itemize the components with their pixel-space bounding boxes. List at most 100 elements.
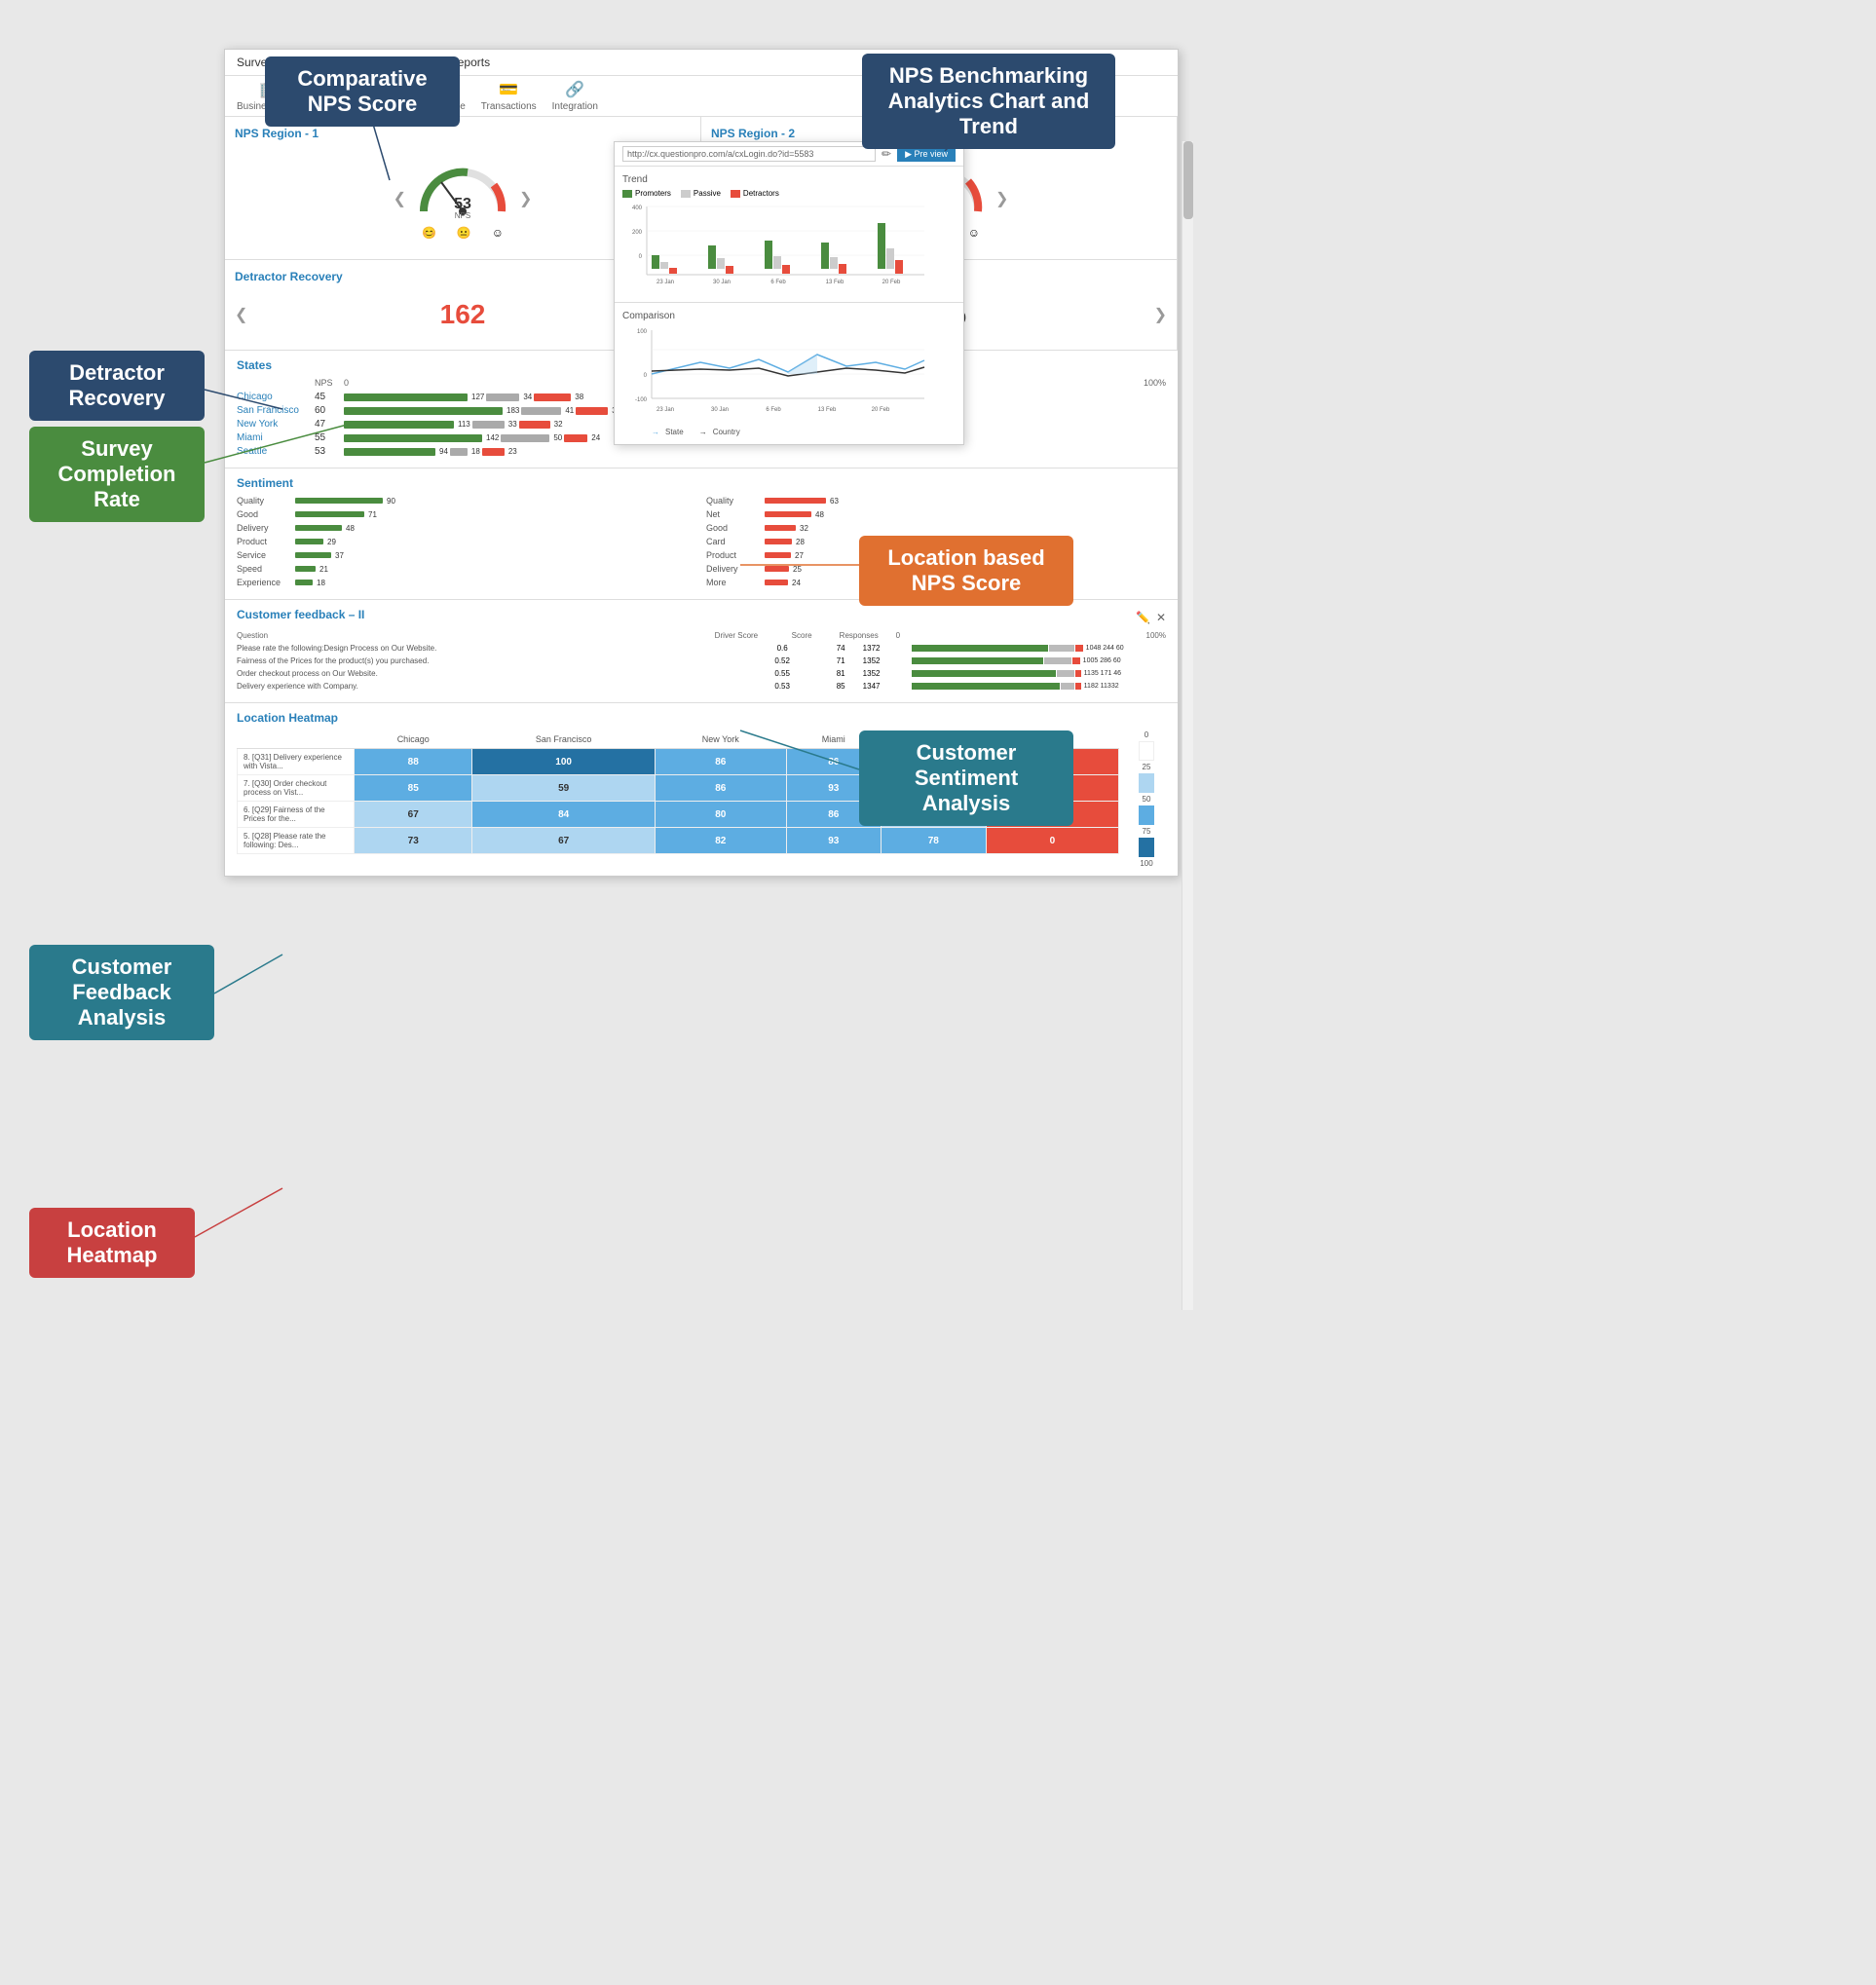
right-panel: ✏ ▶ Pre view Trend Promoters Passive Det… — [614, 141, 964, 445]
legend-state-label: State — [665, 428, 684, 436]
heatmap-cell-1-3: 86 — [655, 749, 786, 775]
trend-bar-g2-p — [708, 245, 716, 269]
frow1-nums: 1048 244 60 — [1086, 645, 1124, 652]
heatmap-col-ny: New York — [655, 730, 786, 749]
frow3-nums: 1135 171 46 — [1084, 670, 1121, 677]
frow2-resp: 1352 — [863, 656, 912, 665]
sent-label-good-l: Good — [237, 509, 295, 519]
frow1-bar-red — [1075, 645, 1083, 652]
bar-num2-seattle: 18 — [471, 447, 480, 456]
bar-gray-ny — [472, 421, 505, 429]
scale-color-50 — [1139, 805, 1154, 825]
sent-bar-exp-l — [295, 580, 313, 585]
url-input[interactable] — [622, 146, 876, 162]
comp-date-1: 23 Jan — [657, 407, 674, 413]
frow4-score: 85 — [819, 682, 863, 691]
scrollbar[interactable] — [1182, 141, 1193, 1310]
heatmap-cell-1-1: 88 — [355, 749, 472, 775]
frow3-bar-gray — [1057, 670, 1074, 677]
state-name-sf[interactable]: San Francisco — [237, 405, 315, 416]
sent-row-exp-l: Experience 18 — [237, 578, 696, 587]
state-name-miami[interactable]: Miami — [237, 432, 315, 443]
edit-url-icon[interactable]: ✏ — [882, 147, 891, 161]
sent-num-delivery-l: 48 — [346, 524, 355, 533]
frow1-score: 74 — [819, 644, 863, 653]
country-arrow-icon: → — [699, 428, 707, 436]
sent-bar-net-r — [765, 511, 811, 517]
heatmap-cell-4-4: 93 — [786, 828, 881, 854]
nps-benchmarking-annotation: NPS Benchmarking Analytics Chart and Tre… — [862, 54, 1115, 149]
edit-icon[interactable]: ✏️ — [1136, 611, 1150, 624]
frow1-bar-gray — [1049, 645, 1074, 652]
frow4-question: Delivery experience with Company. — [237, 682, 746, 691]
trend-bar-g4-pa — [830, 257, 838, 269]
icon-integration[interactable]: 🔗 Integration — [552, 80, 598, 112]
trend-date-4: 13 Feb — [826, 280, 844, 285]
legend-country: → Country — [699, 428, 740, 436]
gauge-2-next[interactable]: ❯ — [995, 189, 1008, 208]
bar-red-ny — [519, 421, 550, 429]
heatmap-rowlabel-1: 8. [Q31] Delivery experience with Vista.… — [238, 749, 355, 775]
customer-sentiment-annotation: Customer Sentiment Analysis — [859, 730, 1073, 826]
icon-label-int: Integration — [552, 101, 598, 112]
completion-next[interactable]: ❯ — [1154, 305, 1167, 324]
sent-num-product-r: 27 — [795, 551, 804, 560]
legend-promoters: Promoters — [622, 189, 671, 198]
sent-num-exp-l: 18 — [317, 579, 325, 587]
trend-bar-g3-pa — [773, 256, 781, 269]
comparison-fill — [788, 355, 817, 374]
svg-text:0: 0 — [644, 373, 648, 379]
comparative-nps-annotation: Comparative NPS Score — [265, 56, 460, 127]
trend-chart: 400 200 0 23 Jan 30 Ja — [622, 202, 934, 289]
sent-num-quality-l: 90 — [387, 497, 395, 506]
bar-gray-miami — [501, 434, 549, 442]
legend-passive-color — [681, 190, 691, 198]
scroll-thumb[interactable] — [1183, 141, 1193, 219]
trend-bar-g4-p — [821, 243, 829, 269]
scale-label-75: 75 — [1143, 827, 1151, 836]
sent-bar-good-r — [765, 525, 796, 531]
frow2-driver: 0.52 — [746, 656, 819, 665]
comp-date-4: 13 Feb — [818, 407, 837, 413]
sentiment-left-col: Quality 90 Good 71 Delivery 48 Product — [237, 496, 696, 591]
frow4-bar-red — [1075, 683, 1081, 690]
comparison-chart: 100 0 -100 23 Jan 30 Jan 6 Feb 13 Feb 20… — [622, 325, 934, 423]
sent-label-good-r: Good — [706, 523, 765, 533]
nps-col-header: NPS — [315, 378, 344, 388]
bar-gray-chicago — [486, 393, 519, 401]
bar-green-seattle — [344, 448, 435, 456]
state-name-chicago[interactable]: Chicago — [237, 392, 315, 402]
feedback-icons[interactable]: ✏️ ✕ — [1136, 611, 1166, 624]
frow2-question: Fairness of the Prices for the product(s… — [237, 656, 746, 665]
bar-green-miami — [344, 434, 482, 442]
scale-color-75 — [1139, 838, 1154, 857]
sent-label-card-r: Card — [706, 537, 765, 546]
gauge-1-next[interactable]: ❯ — [519, 189, 532, 208]
frow2-bar-gray — [1044, 657, 1071, 664]
bar-num3-seattle: 23 — [508, 447, 517, 456]
detractor-prev[interactable]: ❮ — [235, 305, 247, 324]
gauge-1-prev[interactable]: ❮ — [394, 189, 406, 208]
svg-text:53: 53 — [454, 196, 471, 212]
close-icon[interactable]: ✕ — [1156, 611, 1166, 624]
sent-row-speed-l: Speed 21 — [237, 564, 696, 574]
comparison-section: Comparison 100 0 -100 23 Jan 30 Jan 6 Fe… — [615, 303, 963, 444]
gauge-1-svg: 53 NPS — [414, 158, 511, 221]
sent-num-more-r: 24 — [792, 579, 801, 587]
sent-label-delivery-l: Delivery — [237, 523, 295, 533]
legend-detractors: Detractors — [731, 189, 779, 198]
icon-transactions[interactable]: 💳 Transactions — [481, 80, 537, 112]
frow1-resp: 1372 — [863, 644, 912, 653]
state-name-ny[interactable]: New York — [237, 419, 315, 430]
frow2-bar-red — [1072, 657, 1080, 664]
bar-green-ny — [344, 421, 454, 429]
frow3-bar-red — [1075, 670, 1081, 677]
trend-section: Trend Promoters Passive Detractors — [615, 167, 963, 303]
state-name-seattle[interactable]: Seattle — [237, 446, 315, 457]
heatmap-cell-3-2: 84 — [472, 802, 655, 828]
bar-green-chicago — [344, 393, 468, 401]
legend-promoters-color — [622, 190, 632, 198]
frow4-nums: 1182 11332 — [1084, 683, 1119, 690]
legend-state: → State — [652, 428, 684, 436]
detractor-value: 162 — [440, 289, 486, 340]
